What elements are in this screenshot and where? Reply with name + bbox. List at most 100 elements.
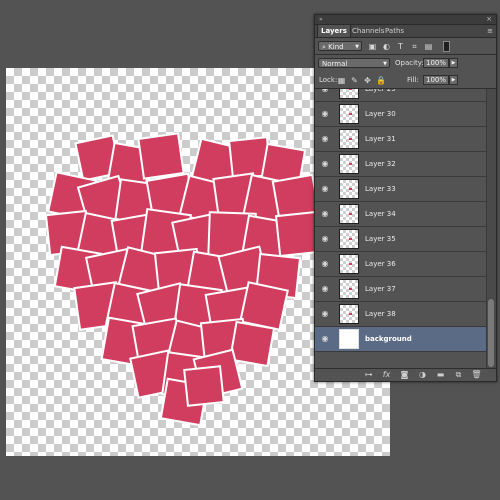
layer-name: Layer 32 bbox=[365, 160, 396, 168]
filter-toggle[interactable] bbox=[443, 41, 450, 52]
layer-row[interactable]: ◉ Layer 29 bbox=[315, 89, 486, 102]
layer-name: Layer 33 bbox=[365, 185, 396, 193]
visibility-eye-icon[interactable]: ◉ bbox=[320, 209, 330, 219]
visibility-eye-icon[interactable]: ◉ bbox=[320, 309, 330, 319]
layer-list: ◉ Layer 29 ◉ Layer 30 ◉ Layer 31 ◉ Layer 32 ◉ Lay… bbox=[315, 89, 486, 369]
blend-mode-dropdown[interactable]: Normal ▼ bbox=[318, 58, 390, 68]
filter-row: ⌕ Kind ▼ ▣ ◐ T ⌗ ▤ bbox=[315, 39, 496, 53]
image-filter-icon[interactable]: ▣ bbox=[368, 42, 377, 51]
panel-footer: ⊶ fx ◙ ◑ ▬ ⧉ 🗑 bbox=[315, 368, 496, 381]
layer-thumbnail bbox=[339, 129, 359, 149]
collapse-icon[interactable]: » bbox=[319, 15, 323, 24]
fill-label: Fill: bbox=[407, 76, 419, 84]
layer-row[interactable]: ◉ background bbox=[315, 327, 486, 352]
delete-layer-icon[interactable]: 🗑 bbox=[471, 370, 482, 380]
panel-menu-icon[interactable]: ≡ bbox=[487, 25, 493, 37]
layer-name: Layer 30 bbox=[365, 110, 396, 118]
layer-thumbnail bbox=[339, 229, 359, 249]
visibility-eye-icon[interactable]: ◉ bbox=[320, 234, 330, 244]
layer-thumbnail bbox=[339, 104, 359, 124]
chevron-down-icon: ▼ bbox=[355, 44, 359, 50]
lock-image-icon[interactable]: ✎ bbox=[350, 76, 359, 85]
layers-panel: » × Layers Channels Paths ≡ ⌕ Kind ▼ ▣ ◐… bbox=[314, 14, 497, 382]
layer-name: background bbox=[365, 335, 412, 343]
layer-thumbnail-mark bbox=[349, 238, 352, 240]
layer-row[interactable]: ◉ Layer 34 bbox=[315, 202, 486, 227]
adjustment-filter-icon[interactable]: ◐ bbox=[382, 42, 391, 51]
lock-transparent-icon[interactable]: ▦ bbox=[337, 76, 346, 85]
layer-thumbnail bbox=[339, 204, 359, 224]
panel-tabs: Layers Channels Paths ≡ bbox=[315, 25, 496, 38]
layer-name: Layer 38 bbox=[365, 310, 396, 318]
layer-name: Layer 36 bbox=[365, 260, 396, 268]
visibility-eye-icon[interactable]: ◉ bbox=[320, 159, 330, 169]
visibility-eye-icon[interactable]: ◉ bbox=[320, 259, 330, 269]
layer-row[interactable]: ◉ Layer 30 bbox=[315, 102, 486, 127]
visibility-eye-icon[interactable]: ◉ bbox=[320, 284, 330, 294]
layer-list-scrollbar[interactable] bbox=[486, 89, 496, 369]
chevron-down-icon: ▼ bbox=[383, 61, 387, 67]
layer-row[interactable]: ◉ Layer 33 bbox=[315, 177, 486, 202]
fill-slider-button[interactable]: ▶ bbox=[449, 75, 458, 85]
layer-row[interactable]: ◉ Layer 36 bbox=[315, 252, 486, 277]
fx-icon[interactable]: fx bbox=[381, 370, 392, 380]
layer-thumbnail-mark bbox=[349, 89, 352, 90]
layer-thumbnail bbox=[339, 89, 359, 99]
panel-titlebar[interactable]: » × bbox=[315, 15, 496, 25]
layer-thumbnail-mark bbox=[349, 163, 352, 165]
layer-thumbnail bbox=[339, 254, 359, 274]
layer-name: Layer 37 bbox=[365, 285, 396, 293]
add-mask-icon[interactable]: ◙ bbox=[399, 370, 410, 380]
close-icon[interactable]: × bbox=[486, 15, 492, 24]
scrollbar-thumb[interactable] bbox=[488, 299, 494, 367]
layer-thumbnail-mark bbox=[349, 138, 352, 140]
heart-tile bbox=[137, 132, 185, 180]
layer-thumbnail-mark bbox=[349, 288, 352, 290]
lock-label: Lock: bbox=[319, 76, 338, 84]
visibility-eye-icon[interactable]: ◉ bbox=[320, 334, 330, 344]
link-layers-icon[interactable]: ⊶ bbox=[363, 370, 374, 380]
visibility-eye-icon[interactable]: ◉ bbox=[320, 89, 330, 94]
layer-thumbnail bbox=[339, 329, 359, 349]
layer-thumbnail-mark bbox=[349, 263, 352, 265]
opacity-slider-button[interactable]: ▶ bbox=[449, 58, 458, 68]
layer-name: Layer 29 bbox=[365, 89, 396, 93]
new-layer-icon[interactable]: ⧉ bbox=[453, 370, 464, 380]
visibility-eye-icon[interactable]: ◉ bbox=[320, 134, 330, 144]
shape-filter-icon[interactable]: ⌗ bbox=[410, 42, 419, 51]
type-filter-icon[interactable]: T bbox=[396, 42, 405, 51]
kind-filter-dropdown[interactable]: ⌕ Kind ▼ bbox=[318, 41, 362, 51]
layer-thumbnail-mark bbox=[349, 213, 352, 215]
lock-row: Lock: ▦ ✎ ✥ 🔒 Fill: 100% ▶ bbox=[315, 73, 496, 87]
new-group-icon[interactable]: ▬ bbox=[435, 370, 446, 380]
visibility-eye-icon[interactable]: ◉ bbox=[320, 109, 330, 119]
heart-tile bbox=[228, 320, 276, 368]
layer-thumbnail bbox=[339, 304, 359, 324]
layer-row[interactable]: ◉ Layer 37 bbox=[315, 277, 486, 302]
layer-row[interactable]: ◉ Layer 31 bbox=[315, 127, 486, 152]
layer-thumbnail-mark bbox=[349, 113, 352, 115]
lock-all-icon[interactable]: 🔒 bbox=[376, 76, 386, 85]
blend-mode-value: Normal bbox=[322, 60, 348, 68]
visibility-eye-icon[interactable]: ◉ bbox=[320, 184, 330, 194]
kind-label: Kind bbox=[328, 43, 344, 51]
layer-thumbnail-mark bbox=[349, 188, 352, 190]
heart-tile bbox=[239, 281, 289, 331]
layer-row[interactable]: ◉ Layer 32 bbox=[315, 152, 486, 177]
heart-tile bbox=[183, 365, 225, 407]
lock-position-icon[interactable]: ✥ bbox=[363, 76, 372, 85]
layer-row[interactable]: ◉ Layer 38 bbox=[315, 302, 486, 327]
adjustment-layer-icon[interactable]: ◑ bbox=[417, 370, 428, 380]
layer-thumbnail bbox=[339, 279, 359, 299]
layer-thumbnail bbox=[339, 179, 359, 199]
fill-input[interactable]: 100% bbox=[423, 75, 449, 85]
tab-layers[interactable]: Layers bbox=[317, 25, 351, 37]
blend-row: Normal ▼ Opacity: 100% ▶ bbox=[315, 56, 496, 70]
opacity-label: Opacity: bbox=[395, 59, 424, 67]
layer-row[interactable]: ◉ Layer 35 bbox=[315, 227, 486, 252]
smart-object-filter-icon[interactable]: ▤ bbox=[424, 42, 433, 51]
opacity-input[interactable]: 100% bbox=[423, 58, 449, 68]
tab-paths[interactable]: Paths bbox=[382, 25, 407, 37]
layer-name: Layer 35 bbox=[365, 235, 396, 243]
layer-name: Layer 31 bbox=[365, 135, 396, 143]
